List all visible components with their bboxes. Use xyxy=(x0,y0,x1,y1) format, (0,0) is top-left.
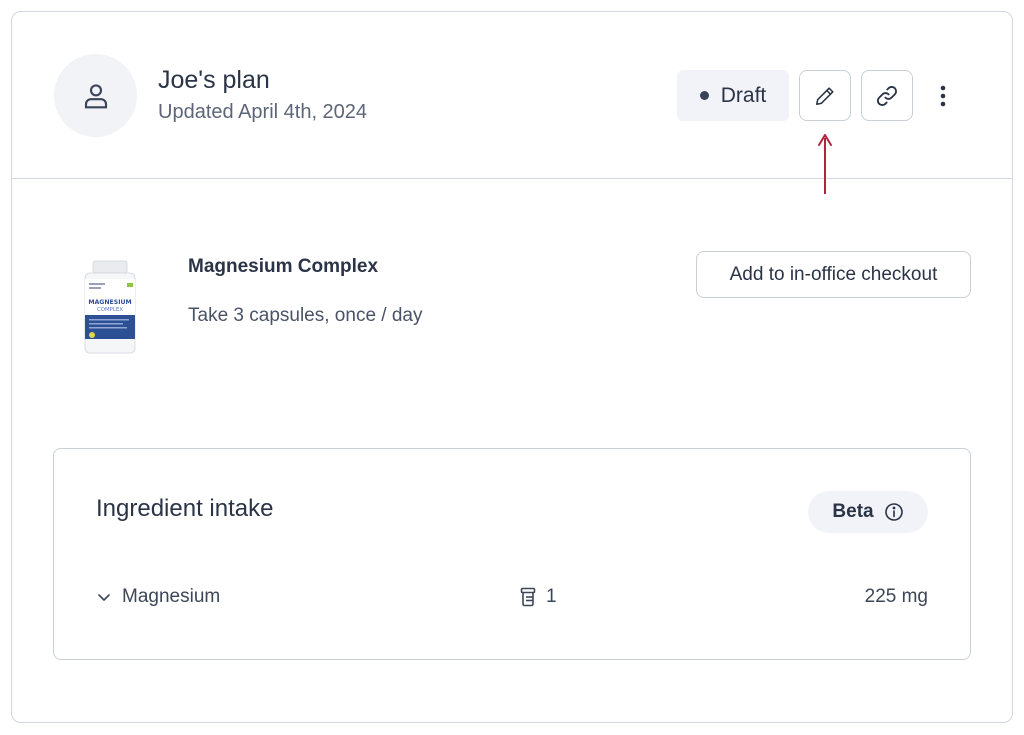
ingredient-amount: 225 mg xyxy=(864,586,928,607)
ingredient-product-count: 1 xyxy=(520,579,557,615)
status-dot xyxy=(699,91,709,100)
plan-header: Joe's plan Updated April 4th, 2024 Draft xyxy=(12,12,1012,194)
pencil-icon xyxy=(815,86,834,105)
status-label: Draft xyxy=(720,83,767,107)
product-name: Magnesium Complex xyxy=(188,256,379,277)
user-icon xyxy=(84,83,107,108)
pill-bottle-icon xyxy=(520,587,536,607)
ingredient-name: Magnesium xyxy=(122,586,221,607)
product-image-label-bottom: COMPLEX xyxy=(97,307,123,313)
avatar xyxy=(54,54,137,137)
info-icon xyxy=(884,503,903,521)
status-badge: Draft xyxy=(677,70,789,121)
chevron-down-icon xyxy=(98,594,110,601)
ingredient-row: Magnesium 1 225 mg xyxy=(54,579,970,615)
beta-badge[interactable]: Beta xyxy=(808,491,928,533)
edit-button[interactable] xyxy=(799,70,851,121)
plan-title: Joe's plan xyxy=(158,66,270,94)
copy-link-button[interactable] xyxy=(861,70,913,121)
add-to-checkout-button[interactable]: Add to in-office checkout xyxy=(696,251,971,298)
more-vertical-icon xyxy=(940,85,946,107)
product-image: MAGNESIUM COMPLEX xyxy=(84,260,136,354)
plan-updated-date: Updated April 4th, 2024 xyxy=(158,101,368,123)
link-icon xyxy=(877,85,897,106)
ingredient-count-value: 1 xyxy=(546,586,557,607)
plan-card: Joe's plan Updated April 4th, 2024 Draft xyxy=(11,11,1013,723)
more-options-button[interactable] xyxy=(930,82,956,110)
product-image-label-top: MAGNESIUM xyxy=(88,299,131,306)
intake-title: Ingredient intake xyxy=(96,495,274,522)
annotation-arrow xyxy=(818,134,832,194)
beta-label: Beta xyxy=(832,501,874,522)
ingredient-intake-card: Ingredient intake Beta Magnesium 1 225 m… xyxy=(53,448,971,660)
ingredient-toggle[interactable]: Magnesium xyxy=(96,579,220,615)
product-dosage: Take 3 capsules, once / day xyxy=(188,305,423,326)
